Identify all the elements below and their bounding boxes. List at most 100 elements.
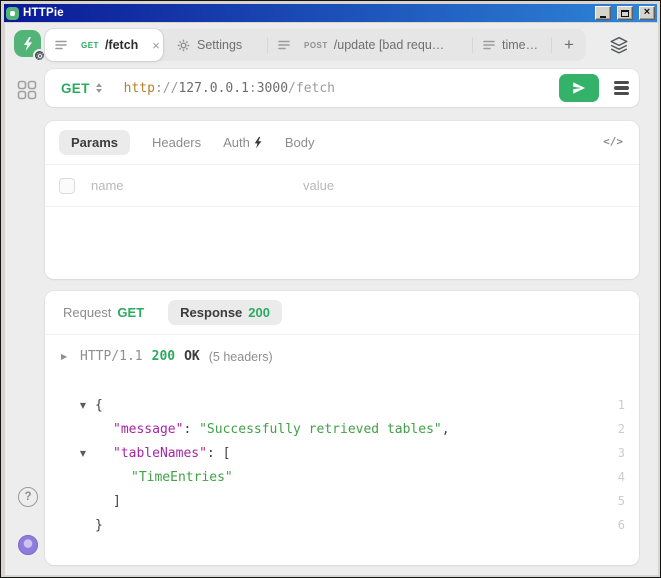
code-view-button[interactable]: </> xyxy=(603,135,623,148)
json-line: ] 5 xyxy=(61,489,625,513)
expand-icon[interactable]: ▶ xyxy=(61,352,71,361)
request-tab-label: Request xyxy=(63,305,111,320)
minimize-icon xyxy=(600,16,606,18)
tab-headers[interactable]: Headers xyxy=(152,135,201,150)
url-path: /fetch xyxy=(288,81,335,96)
help-button[interactable]: ? xyxy=(18,487,38,507)
url-host: 127.0.0.1 xyxy=(178,81,248,96)
param-name-input[interactable] xyxy=(91,178,303,193)
json-line: "TimeEntries" 4 xyxy=(61,465,625,489)
tab-strip: GET /fetch × Settings xyxy=(45,29,586,61)
json-line: ▼ { 1 xyxy=(61,393,625,417)
url-scheme-separator: :// xyxy=(155,81,178,96)
line-number: 4 xyxy=(607,470,625,484)
minimize-button[interactable] xyxy=(595,6,611,20)
response-status-line[interactable]: ▶ HTTP/1.1 200 OK (5 headers) xyxy=(61,349,273,364)
method-label: GET xyxy=(61,81,90,96)
protocol: HTTP/1.1 xyxy=(80,349,143,364)
layers-icon xyxy=(608,34,630,56)
line-number: 1 xyxy=(607,398,625,412)
json-line: ▼ "tableNames": [ 3 xyxy=(61,441,625,465)
json-colon: : xyxy=(183,422,199,437)
tab-auth[interactable]: Auth xyxy=(223,135,263,150)
help-icon: ? xyxy=(24,491,31,503)
tab-label: time… xyxy=(502,38,538,52)
close-button[interactable]: × xyxy=(639,6,655,20)
stack-icon xyxy=(614,79,629,98)
fold-icon[interactable]: ▼ xyxy=(61,401,95,410)
url-bar: GET http://127.0.0.1:3000/fetch xyxy=(45,69,639,107)
workspace-grid-button[interactable] xyxy=(17,80,39,102)
json-line: "message": "Successfully retrieved table… xyxy=(61,417,625,441)
tab-body[interactable]: Body xyxy=(285,135,315,150)
request-lines-icon xyxy=(278,39,290,51)
status-code: 200 xyxy=(152,349,175,364)
grid-icon xyxy=(17,80,37,100)
param-row xyxy=(45,165,639,207)
layers-button[interactable] xyxy=(606,32,632,58)
window-title: HTTPie xyxy=(23,7,589,19)
request-lines-icon xyxy=(55,39,67,51)
saved-requests-button[interactable] xyxy=(611,77,631,99)
tab-request[interactable]: Request GET xyxy=(63,305,144,320)
param-checkbox[interactable] xyxy=(59,178,75,194)
request-panel-tabs: Params Headers Auth Body </> xyxy=(45,121,639,165)
tab-get-fetch[interactable]: GET /fetch × xyxy=(45,29,163,61)
tab-method-label: POST xyxy=(304,41,328,50)
request-tab-method: GET xyxy=(117,305,144,320)
send-button[interactable] xyxy=(559,74,599,102)
json-key: "tableNames" xyxy=(113,446,207,461)
json-colon: : xyxy=(207,446,223,461)
line-number: 3 xyxy=(607,446,625,460)
tab-label: /update [bad requ… xyxy=(334,38,445,52)
httpie-logo[interactable] xyxy=(14,30,43,59)
json-string: "TimeEntries" xyxy=(131,470,233,485)
paper-plane-icon xyxy=(571,80,587,96)
request-panel: Params Headers Auth Body </> xyxy=(45,121,639,279)
tab-auth-label: Auth xyxy=(223,135,250,150)
lightning-icon xyxy=(253,136,263,149)
maximize-icon xyxy=(621,10,629,17)
param-value-input[interactable] xyxy=(303,178,625,193)
url-port-separator: : xyxy=(249,81,257,96)
json-bracket: [ xyxy=(223,446,231,461)
tab-close-icon[interactable]: × xyxy=(152,39,160,52)
tab-post-update[interactable]: POST /update [bad requ… xyxy=(268,29,472,61)
tab-settings[interactable]: Settings xyxy=(163,29,267,61)
fold-icon[interactable]: ▼ xyxy=(61,449,95,458)
url-scheme: http xyxy=(124,81,155,96)
line-number: 6 xyxy=(607,518,625,532)
tab-label: /fetch xyxy=(105,38,138,52)
url-port: 3000 xyxy=(257,81,288,96)
method-select[interactable]: GET xyxy=(61,81,102,96)
response-body-json: ▼ { 1 "message": "Successfully retrieved… xyxy=(61,393,625,537)
response-panel: Request GET Response 200 ▶ HTTP/1.1 200 … xyxy=(45,291,639,565)
line-number: 5 xyxy=(607,494,625,508)
gear-icon xyxy=(177,39,190,52)
app-icon xyxy=(6,7,19,20)
tab-method-label: GET xyxy=(81,41,99,50)
json-bracket: ] xyxy=(113,494,121,509)
tab-label: Settings xyxy=(197,38,242,52)
json-brace: { xyxy=(95,398,103,413)
close-icon: × xyxy=(644,7,650,18)
tab-time[interactable]: time… xyxy=(473,29,551,61)
new-tab-button[interactable]: + xyxy=(552,29,586,61)
json-brace: } xyxy=(95,518,103,533)
json-string: "Successfully retrieved tables" xyxy=(199,422,442,437)
line-number: 2 xyxy=(607,422,625,436)
response-tab-label: Response xyxy=(180,305,242,320)
app-surface: GET /fetch × Settings xyxy=(5,23,658,575)
url-input[interactable]: http://127.0.0.1:3000/fetch xyxy=(124,81,335,96)
headers-count: (5 headers) xyxy=(209,350,273,364)
titlebar[interactable]: HTTPie × xyxy=(4,4,657,22)
maximize-button[interactable] xyxy=(617,6,633,20)
json-comma: , xyxy=(442,422,450,437)
response-tab-status: 200 xyxy=(248,305,270,320)
tab-params[interactable]: Params xyxy=(59,130,130,155)
account-avatar[interactable] xyxy=(18,535,38,555)
json-key: "message" xyxy=(113,422,183,437)
chevron-updown-icon xyxy=(96,83,102,93)
status-reason: OK xyxy=(184,349,200,364)
tab-response[interactable]: Response 200 xyxy=(168,300,282,325)
